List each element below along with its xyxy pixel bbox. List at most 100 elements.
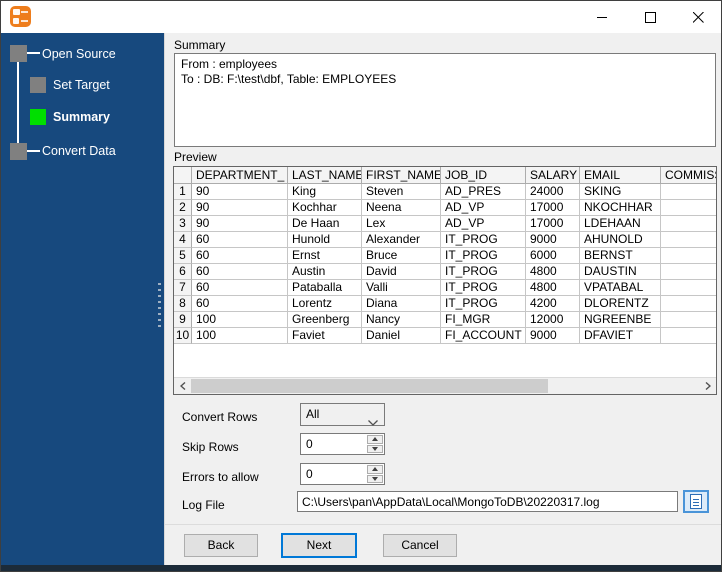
spinner-down-icon[interactable]	[367, 474, 383, 483]
minimize-icon[interactable]	[585, 4, 619, 30]
corner-header-cell	[174, 167, 192, 184]
table-cell: Lorentz	[288, 296, 362, 312]
table-cell: LDEHAAN	[580, 216, 661, 232]
table-cell: DLORENTZ	[580, 296, 661, 312]
table-row[interactable]: 10 100 Faviet Daniel FI_ACCOUNT 9000 DFAVIET	[174, 328, 716, 344]
spinner-up-icon[interactable]	[367, 465, 383, 474]
preview-grid: DEPARTMENT_ LAST_NAME FIRST_NAME JOB_ID SALA…	[173, 166, 717, 395]
preview-grid-header: DEPARTMENT_ LAST_NAME FIRST_NAME JOB_ID SALA…	[174, 167, 716, 184]
table-cell: 60	[192, 264, 288, 280]
column-header: JOB_ID	[441, 167, 526, 184]
document-icon	[690, 494, 702, 509]
step-label-open-source: Open Source	[42, 47, 116, 61]
table-cell: Lex	[362, 216, 441, 232]
table-cell: AHUNOLD	[580, 232, 661, 248]
table-cell: 4800	[526, 264, 580, 280]
table-cell: Diana	[362, 296, 441, 312]
table-cell: David	[362, 264, 441, 280]
table-cell: IT_PROG	[441, 264, 526, 280]
table-cell: Greenberg	[288, 312, 362, 328]
table-cell: Alexander	[362, 232, 441, 248]
table-cell: Kochhar	[288, 200, 362, 216]
back-button[interactable]: Back	[184, 534, 258, 557]
table-cell: IT_PROG	[441, 296, 526, 312]
close-icon[interactable]	[681, 4, 715, 30]
table-cell: NKOCHHAR	[580, 200, 661, 216]
step-label-set-target: Set Target	[53, 78, 110, 92]
maximize-icon[interactable]	[633, 4, 667, 30]
skip-rows-label: Skip Rows	[182, 440, 239, 454]
table-cell: Nancy	[362, 312, 441, 328]
table-cell: NGREENBE	[580, 312, 661, 328]
table-cell: Pataballa	[288, 280, 362, 296]
table-row[interactable]: 4 60 Hunold Alexander IT_PROG 9000 AHUNOLD	[174, 232, 716, 248]
table-cell: 12000	[526, 312, 580, 328]
scrollbar-thumb[interactable]	[191, 379, 548, 393]
table-cell: Austin	[288, 264, 362, 280]
summary-line-from: From : employees	[181, 57, 278, 71]
app-icon	[10, 6, 31, 27]
window-bottom-edge	[1, 565, 721, 571]
step-connector-line	[17, 53, 19, 151]
skip-rows-stepper[interactable]: 0	[300, 433, 385, 455]
log-file-label: Log File	[182, 498, 225, 512]
table-cell: AD_VP	[441, 216, 526, 232]
cancel-button[interactable]: Cancel	[383, 534, 457, 557]
table-row[interactable]: 3 90 De Haan Lex AD_VP 17000 LDEHAAN	[174, 216, 716, 232]
sidebar-splitter-handle[interactable]	[158, 283, 161, 327]
table-row[interactable]: 9 100 Greenberg Nancy FI_MGR 12000 NGREENBE	[174, 312, 716, 328]
errors-to-allow-value: 0	[306, 467, 313, 481]
table-cell: 4800	[526, 280, 580, 296]
table-row[interactable]: 1 90 King Steven AD_PRES 24000 SKING	[174, 184, 716, 200]
preview-grid-body: 1 90 King Steven AD_PRES 24000 SKING 2 90 Kochhar…	[174, 184, 716, 344]
column-header: SALARY	[526, 167, 580, 184]
table-cell: DAUSTIN	[580, 264, 661, 280]
table-cell: 9000	[526, 328, 580, 344]
table-cell: 17000	[526, 200, 580, 216]
table-cell	[661, 328, 716, 344]
step-indicator-set-target	[30, 77, 46, 93]
step-indicator-summary	[30, 109, 46, 125]
table-row[interactable]: 2 90 Kochhar Neena AD_VP 17000 NKOCHHAR	[174, 200, 716, 216]
title-bar	[1, 1, 721, 33]
table-row[interactable]: 6 60 Austin David IT_PROG 4800 DAUSTIN	[174, 264, 716, 280]
row-number: 3	[174, 216, 192, 232]
table-cell: 9000	[526, 232, 580, 248]
table-cell: 90	[192, 216, 288, 232]
table-cell: Neena	[362, 200, 441, 216]
errors-to-allow-stepper[interactable]: 0	[300, 463, 385, 485]
table-cell: Ernst	[288, 248, 362, 264]
row-number: 5	[174, 248, 192, 264]
step-indicator-open-source	[10, 45, 27, 62]
table-cell	[661, 200, 716, 216]
scroll-right-icon[interactable]	[699, 378, 716, 394]
step-indicator-convert-data	[10, 143, 27, 160]
table-row[interactable]: 8 60 Lorentz Diana IT_PROG 4200 DLORENTZ	[174, 296, 716, 312]
browse-log-button[interactable]	[683, 490, 709, 513]
table-cell: AD_VP	[441, 200, 526, 216]
table-cell: 4200	[526, 296, 580, 312]
scroll-left-icon[interactable]	[174, 378, 191, 394]
table-cell: DFAVIET	[580, 328, 661, 344]
table-row[interactable]: 5 60 Ernst Bruce IT_PROG 6000 BERNST	[174, 248, 716, 264]
table-cell: Bruce	[362, 248, 441, 264]
row-number: 4	[174, 232, 192, 248]
table-cell	[661, 216, 716, 232]
row-number: 8	[174, 296, 192, 312]
table-cell: Daniel	[362, 328, 441, 344]
log-file-input[interactable]	[297, 491, 678, 512]
button-bar-divider	[165, 524, 721, 525]
row-number: 9	[174, 312, 192, 328]
table-row[interactable]: 7 60 Pataballa Valli IT_PROG 4800 VPATABAL	[174, 280, 716, 296]
table-cell: AD_PRES	[441, 184, 526, 200]
table-cell: 6000	[526, 248, 580, 264]
spinner-up-icon[interactable]	[367, 435, 383, 444]
table-cell: VPATABAL	[580, 280, 661, 296]
convert-rows-select[interactable]: All	[300, 403, 385, 426]
spinner-down-icon[interactable]	[367, 444, 383, 453]
summary-text-box: From : employees To : DB: F:\test\dbf, T…	[174, 53, 716, 147]
horizontal-scrollbar[interactable]	[174, 377, 716, 394]
table-cell: 24000	[526, 184, 580, 200]
table-cell	[661, 296, 716, 312]
next-button[interactable]: Next	[281, 533, 357, 558]
